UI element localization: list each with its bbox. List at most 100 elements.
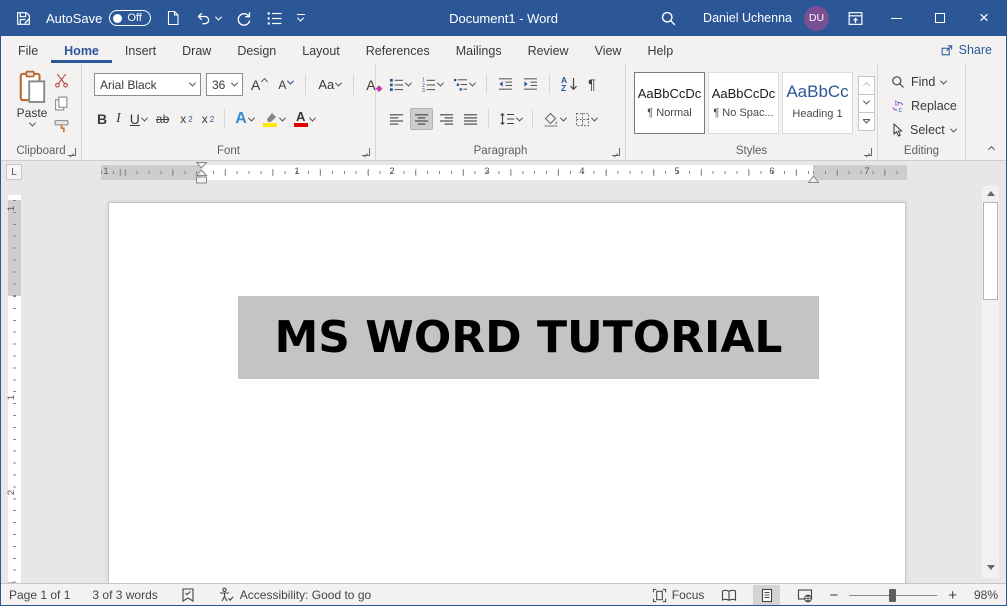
style-normal[interactable]: AaBbCcDc ¶ Normal <box>634 72 705 134</box>
format-painter-icon[interactable] <box>54 119 69 134</box>
user-name[interactable]: Daniel Uchenna <box>703 11 792 25</box>
font-size-input[interactable]: 36 <box>206 73 243 96</box>
font-dialog-launcher[interactable] <box>362 148 370 156</box>
show-hide-pilcrow-button[interactable]: ¶ <box>585 73 599 95</box>
clipboard-group: Paste Clipboard <box>1 64 82 160</box>
select-button[interactable]: Select <box>891 119 956 141</box>
cut-icon[interactable] <box>54 73 69 88</box>
proofing-icon[interactable] <box>180 587 196 603</box>
zoom-out-button[interactable]: − <box>829 587 838 604</box>
avatar[interactable]: DU <box>804 6 829 31</box>
scroll-down-button[interactable] <box>982 560 999 575</box>
text-effects-button[interactable]: A <box>232 108 257 130</box>
copy-icon[interactable] <box>54 96 69 111</box>
document-text[interactable]: MS WORD TUTORIAL <box>275 312 783 363</box>
minimize-button[interactable] <box>874 0 918 36</box>
autosave-toggle[interactable]: Off <box>109 10 150 26</box>
align-center-button[interactable] <box>410 108 433 130</box>
paragraph-dialog-launcher[interactable] <box>612 148 620 156</box>
tab-mailings[interactable]: Mailings <box>443 38 515 63</box>
scrollbar-thumb[interactable] <box>983 202 998 300</box>
align-right-button[interactable] <box>436 108 457 130</box>
shrink-font-button[interactable]: A <box>275 74 296 96</box>
shading-button[interactable] <box>540 108 569 130</box>
ruler-number: 7 <box>864 166 869 177</box>
align-left-button[interactable] <box>386 108 407 130</box>
maximize-button[interactable] <box>918 0 962 36</box>
search-icon[interactable] <box>660 10 677 27</box>
page-indicator[interactable]: Page 1 of 1 <box>9 588 70 602</box>
line-spacing-button[interactable] <box>496 108 525 130</box>
paste-button[interactable]: Paste <box>9 70 55 140</box>
decrease-indent-button[interactable] <box>495 73 516 95</box>
zoom-level[interactable]: 98% <box>974 588 998 602</box>
scroll-up-button[interactable] <box>982 186 999 201</box>
read-mode-button[interactable] <box>715 585 742 606</box>
bullet-list-icon[interactable] <box>266 11 283 26</box>
word-count[interactable]: 3 of 3 words <box>92 588 157 602</box>
styles-scroll-down-button[interactable] <box>858 94 875 113</box>
document-page[interactable]: MS WORD TUTORIAL <box>108 202 906 583</box>
bold-button[interactable]: B <box>94 108 110 130</box>
tab-view[interactable]: View <box>582 38 635 63</box>
increase-indent-button[interactable] <box>520 73 541 95</box>
change-case-button[interactable]: Aa <box>315 74 344 96</box>
find-button[interactable]: Find <box>891 71 946 93</box>
ribbon-display-options-icon[interactable] <box>847 10 864 27</box>
save-icon[interactable] <box>15 10 32 27</box>
zoom-slider[interactable] <box>849 588 937 602</box>
font-color-button[interactable]: A <box>291 108 318 130</box>
tab-references[interactable]: References <box>353 38 443 63</box>
clipboard-dialog-launcher[interactable] <box>68 148 76 156</box>
styles-scroll-up-button[interactable] <box>858 76 875 95</box>
close-button[interactable]: × <box>962 0 1006 36</box>
tab-draw[interactable]: Draw <box>169 38 224 63</box>
styles-dialog-launcher[interactable] <box>864 148 872 156</box>
underline-button[interactable]: U <box>127 108 150 130</box>
strikethrough-button[interactable]: ab <box>153 108 172 130</box>
superscript-button[interactable]: x2 <box>199 108 217 130</box>
style-no-spacing[interactable]: AaBbCcDc ¶ No Spac... <box>708 72 779 134</box>
tab-layout[interactable]: Layout <box>289 38 353 63</box>
tab-selector[interactable]: L <box>6 164 22 180</box>
autosave-control[interactable]: AutoSave Off <box>46 10 151 26</box>
new-document-icon[interactable] <box>165 10 181 26</box>
vertical-ruler[interactable]: 1 1 2 3 <box>8 195 21 583</box>
find-icon <box>891 75 905 89</box>
tab-help[interactable]: Help <box>634 38 686 63</box>
tab-file[interactable]: File <box>5 38 51 63</box>
grow-font-button[interactable]: A <box>248 74 270 96</box>
print-layout-button[interactable] <box>753 585 780 606</box>
multilevel-list-button[interactable] <box>450 73 478 95</box>
accessibility-status[interactable]: Accessibility: Good to go <box>218 587 371 603</box>
redo-button[interactable] <box>235 10 252 27</box>
focus-button[interactable]: Focus <box>652 588 705 603</box>
numbering-button[interactable]: 123 <box>418 73 446 95</box>
zoom-in-button[interactable]: + <box>948 587 957 604</box>
styles-more-button[interactable] <box>858 112 875 131</box>
italic-button[interactable]: I <box>113 108 124 130</box>
customize-quick-access-icon[interactable] <box>297 14 305 22</box>
ruler-number: 2 <box>389 166 394 177</box>
borders-button[interactable] <box>572 108 600 130</box>
tab-review[interactable]: Review <box>515 38 582 63</box>
tab-home[interactable]: Home <box>51 38 112 63</box>
subscript-button[interactable]: ​x2 <box>175 108 195 130</box>
selected-text-highlight[interactable]: MS WORD TUTORIAL <box>238 296 819 379</box>
horizontal-ruler[interactable]: 1 1 2 3 4 5 6 7 <box>101 165 907 180</box>
web-layout-button[interactable] <box>791 585 818 606</box>
collapse-ribbon-icon[interactable] <box>988 146 995 153</box>
undo-button[interactable] <box>195 10 221 26</box>
replace-button[interactable]: bc Replace <box>891 95 957 117</box>
font-name-input[interactable]: Arial Black <box>94 73 201 96</box>
vertical-scrollbar[interactable] <box>982 186 999 578</box>
highlight-button[interactable] <box>260 108 288 130</box>
tab-insert[interactable]: Insert <box>112 38 169 63</box>
style-heading1[interactable]: AaBbCc Heading 1 <box>782 72 853 134</box>
tab-design[interactable]: Design <box>224 38 289 63</box>
justify-button[interactable] <box>460 108 481 130</box>
bullets-button[interactable] <box>386 73 414 95</box>
sort-button[interactable]: AZ <box>558 73 581 95</box>
zoom-slider-thumb[interactable] <box>889 589 896 602</box>
share-button[interactable]: Share <box>940 43 992 57</box>
